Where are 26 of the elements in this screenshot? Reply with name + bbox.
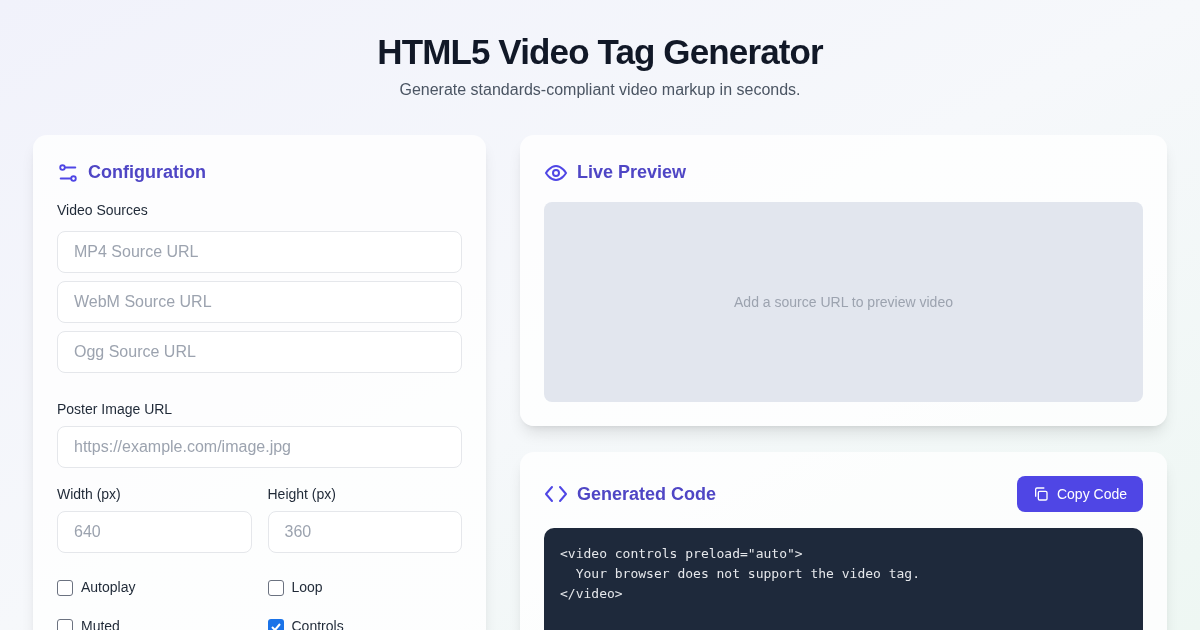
checkbox[interactable] <box>57 579 73 596</box>
checkbox[interactable] <box>267 579 284 596</box>
page-subtitle: Generate standards-compliant video markup in seconds. <box>399 80 801 100</box>
source-url-field[interactable]: Ogg Source URL <box>57 331 462 373</box>
field-label: Height (px) <box>267 485 337 504</box>
page-title: HTML5 Video Tag Generator <box>377 31 823 73</box>
checkbox-label: Loop <box>291 578 323 597</box>
field-label: Poster Image URL <box>57 400 174 419</box>
checkbox[interactable] <box>57 618 73 630</box>
preview-placeholder-text: Add a source URL to preview video <box>734 292 953 312</box>
checkbox[interactable] <box>267 618 284 630</box>
section-title: Configuration <box>88 161 206 184</box>
field-label: Width (px) <box>57 485 122 504</box>
section-title: Generated Code <box>577 482 717 506</box>
dimension-field[interactable]: 360 <box>267 511 462 553</box>
checkbox-label: Autoplay <box>81 578 136 597</box>
dimension-field[interactable]: 640 <box>57 511 252 553</box>
field-label: Video Sources <box>57 201 149 220</box>
section-title: Live Preview <box>577 161 687 184</box>
poster-url-field[interactable]: https://example.com/image.jpg <box>57 426 462 468</box>
source-url-field[interactable]: MP4 Source URL <box>57 231 462 273</box>
sliders-icon <box>57 161 79 184</box>
copy-code-button[interactable]: Copy Code <box>1016 476 1143 512</box>
source-url-field[interactable]: WebM Source URL <box>57 281 462 323</box>
copy-icon <box>1032 486 1049 502</box>
code-block: <video controls preload="auto"> Your browser does not support the video tag. </video> <box>544 528 1143 630</box>
